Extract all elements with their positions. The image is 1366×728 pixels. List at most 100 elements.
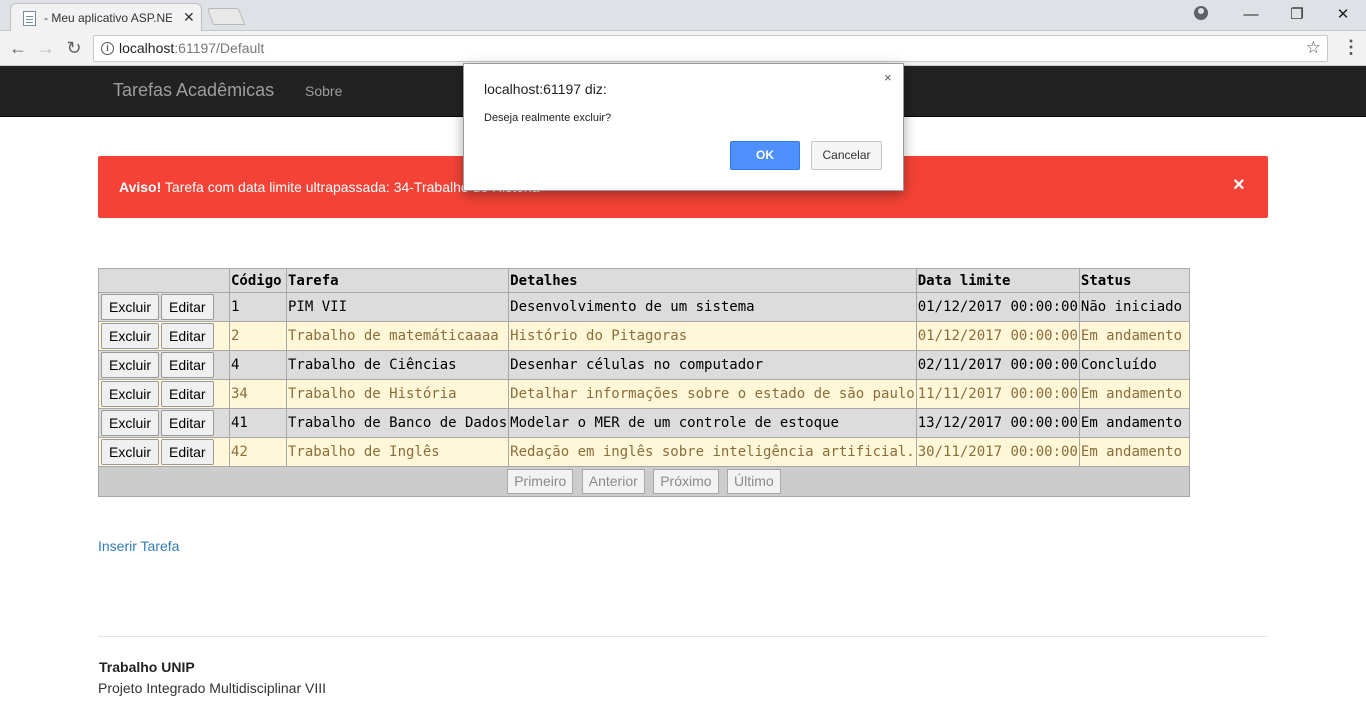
browser-menu-icon[interactable]: ⋮ bbox=[1342, 37, 1360, 58]
delete-button[interactable]: Excluir bbox=[101, 352, 160, 378]
pager-first-button[interactable]: Primeiro bbox=[507, 469, 574, 494]
close-alert-icon[interactable]: × bbox=[1233, 174, 1245, 197]
profile-icon[interactable] bbox=[1194, 6, 1208, 20]
footer-subtitle: Projeto Integrado Multidisciplinar VIII bbox=[98, 680, 326, 696]
cell-deadline: 30/11/2017 00:00:00 bbox=[915, 437, 1080, 467]
header-task: Tarefa bbox=[285, 268, 510, 293]
edit-button[interactable]: Editar bbox=[161, 323, 214, 349]
cell-code: 42 bbox=[229, 437, 287, 467]
reload-icon[interactable]: ↻ bbox=[63, 37, 85, 59]
delete-button[interactable]: Excluir bbox=[101, 294, 160, 320]
delete-button[interactable]: Excluir bbox=[101, 323, 160, 349]
table-row: Excluir Editar 42 Trabalho de Inglês Reda… bbox=[98, 437, 1190, 467]
browser-tab[interactable]: - Meu aplicativo ASP.NET ✕ bbox=[10, 3, 202, 31]
restore-icon[interactable]: ❐ bbox=[1274, 0, 1320, 28]
table-row: Excluir Editar 4 Trabalho de Ciências Des… bbox=[98, 350, 1190, 380]
brand-link[interactable]: Tarefas Acadêmicas bbox=[113, 80, 274, 101]
cell-task: Trabalho de História bbox=[285, 379, 510, 409]
dialog-title: localhost:61197 diz: bbox=[484, 81, 607, 97]
edit-button[interactable]: Editar bbox=[161, 381, 214, 407]
header-details: Detalhes bbox=[508, 268, 917, 293]
header-deadline: Data limite bbox=[915, 268, 1080, 293]
cell-code: 1 bbox=[229, 292, 287, 322]
delete-button[interactable]: Excluir bbox=[101, 381, 160, 407]
cancel-button[interactable]: Cancelar bbox=[811, 141, 882, 170]
cell-details: Desenvolvimento de um sistema bbox=[508, 292, 917, 322]
row-actions: Excluir Editar bbox=[98, 292, 230, 322]
table-row: Excluir Editar 34 Trabalho de História De… bbox=[98, 379, 1190, 409]
cell-deadline: 11/11/2017 00:00:00 bbox=[915, 379, 1080, 409]
header-actions bbox=[98, 268, 230, 293]
cell-details: Detalhar informações sobre o estado de s… bbox=[508, 379, 917, 409]
cell-details: Desenhar células no computador bbox=[508, 350, 917, 380]
browser-toolbar: ← → ↻ i localhost:61197/Default ☆ ⋮ bbox=[0, 31, 1366, 66]
cell-status: Em andamento bbox=[1078, 379, 1190, 409]
dialog-message: Deseja realmente excluir? bbox=[484, 112, 612, 124]
table-row: Excluir Editar 41 Trabalho de Banco de Da… bbox=[98, 408, 1190, 438]
pager: Primeiro Anterior Próximo Último bbox=[98, 466, 1190, 497]
tasks-table: Código Tarefa Detalhes Data limite Statu… bbox=[98, 268, 1190, 497]
table-row: Excluir Editar 2 Trabalho de matemáticaaa… bbox=[98, 321, 1190, 351]
close-window-icon[interactable]: ✕ bbox=[1320, 0, 1366, 28]
tab-title: - Meu aplicativo ASP.NET bbox=[44, 11, 172, 25]
cell-details: Redação em inglês sobre inteligência art… bbox=[508, 437, 917, 467]
page-icon bbox=[23, 11, 36, 26]
cell-status: Em andamento bbox=[1078, 321, 1190, 351]
back-arrow-icon[interactable]: ← bbox=[7, 37, 29, 59]
dialog-close-icon[interactable]: × bbox=[884, 70, 892, 85]
address-bar[interactable]: i localhost:61197/Default ☆ bbox=[93, 35, 1328, 62]
footer-divider bbox=[98, 636, 1268, 637]
minimize-icon[interactable]: — bbox=[1228, 0, 1274, 28]
edit-button[interactable]: Editar bbox=[161, 410, 214, 436]
header-status: Status bbox=[1078, 268, 1190, 293]
cell-status: Em andamento bbox=[1078, 408, 1190, 438]
cell-code: 34 bbox=[229, 379, 287, 409]
delete-button[interactable]: Excluir bbox=[101, 410, 160, 436]
info-icon[interactable]: i bbox=[101, 42, 114, 55]
cell-task: Trabalho de Banco de Dados bbox=[285, 408, 510, 438]
edit-button[interactable]: Editar bbox=[161, 439, 214, 465]
close-tab-icon[interactable]: ✕ bbox=[183, 9, 195, 26]
pager-row: Primeiro Anterior Próximo Último bbox=[98, 466, 1190, 497]
cell-status: Concluído bbox=[1078, 350, 1190, 380]
cell-task: PIM VII bbox=[285, 292, 510, 322]
window-controls: — ❐ ✕ bbox=[1228, 0, 1366, 28]
cell-deadline: 01/12/2017 00:00:00 bbox=[915, 292, 1080, 322]
row-actions: Excluir Editar bbox=[98, 379, 230, 409]
edit-button[interactable]: Editar bbox=[161, 294, 214, 320]
nav-link-about[interactable]: Sobre bbox=[305, 83, 342, 99]
cell-status: Em andamento bbox=[1078, 437, 1190, 467]
cell-status: Não iniciado bbox=[1078, 292, 1190, 322]
insert-task-link[interactable]: Inserir Tarefa bbox=[98, 538, 179, 554]
forward-arrow-icon[interactable]: → bbox=[35, 37, 57, 59]
cell-task: Trabalho de matemáticaaaa bbox=[285, 321, 510, 351]
pager-previous-button[interactable]: Anterior bbox=[581, 469, 645, 494]
pager-next-button[interactable]: Próximo bbox=[653, 469, 719, 494]
edit-button[interactable]: Editar bbox=[161, 352, 214, 378]
footer-title: Trabalho UNIP bbox=[99, 659, 195, 675]
cell-code: 41 bbox=[229, 408, 287, 438]
row-actions: Excluir Editar bbox=[98, 437, 230, 467]
row-actions: Excluir Editar bbox=[98, 350, 230, 380]
new-tab-button[interactable] bbox=[206, 8, 246, 25]
confirm-dialog: localhost:61197 diz: × Deseja realmente … bbox=[463, 63, 904, 191]
cell-deadline: 13/12/2017 00:00:00 bbox=[915, 408, 1080, 438]
table-header-row: Código Tarefa Detalhes Data limite Statu… bbox=[98, 268, 1190, 293]
header-code: Código bbox=[229, 268, 287, 293]
delete-button[interactable]: Excluir bbox=[101, 439, 160, 465]
row-actions: Excluir Editar bbox=[98, 408, 230, 438]
cell-details: Modelar o MER de um controle de estoque bbox=[508, 408, 917, 438]
cell-deadline: 02/11/2017 00:00:00 bbox=[915, 350, 1080, 380]
ok-button[interactable]: OK bbox=[730, 141, 800, 170]
browser-tabstrip: - Meu aplicativo ASP.NET ✕ — ❐ ✕ bbox=[0, 0, 1366, 31]
table-row: Excluir Editar 1 PIM VII Desenvolvimento … bbox=[98, 292, 1190, 322]
cell-task: Trabalho de Inglês bbox=[285, 437, 510, 467]
cell-code: 4 bbox=[229, 350, 287, 380]
cell-code: 2 bbox=[229, 321, 287, 351]
cell-deadline: 01/12/2017 00:00:00 bbox=[915, 321, 1080, 351]
bookmark-star-icon[interactable]: ☆ bbox=[1306, 38, 1321, 58]
pager-last-button[interactable]: Último bbox=[727, 469, 781, 494]
cell-details: Histório do Pitagoras bbox=[508, 321, 917, 351]
row-actions: Excluir Editar bbox=[98, 321, 230, 351]
cell-task: Trabalho de Ciências bbox=[285, 350, 510, 380]
